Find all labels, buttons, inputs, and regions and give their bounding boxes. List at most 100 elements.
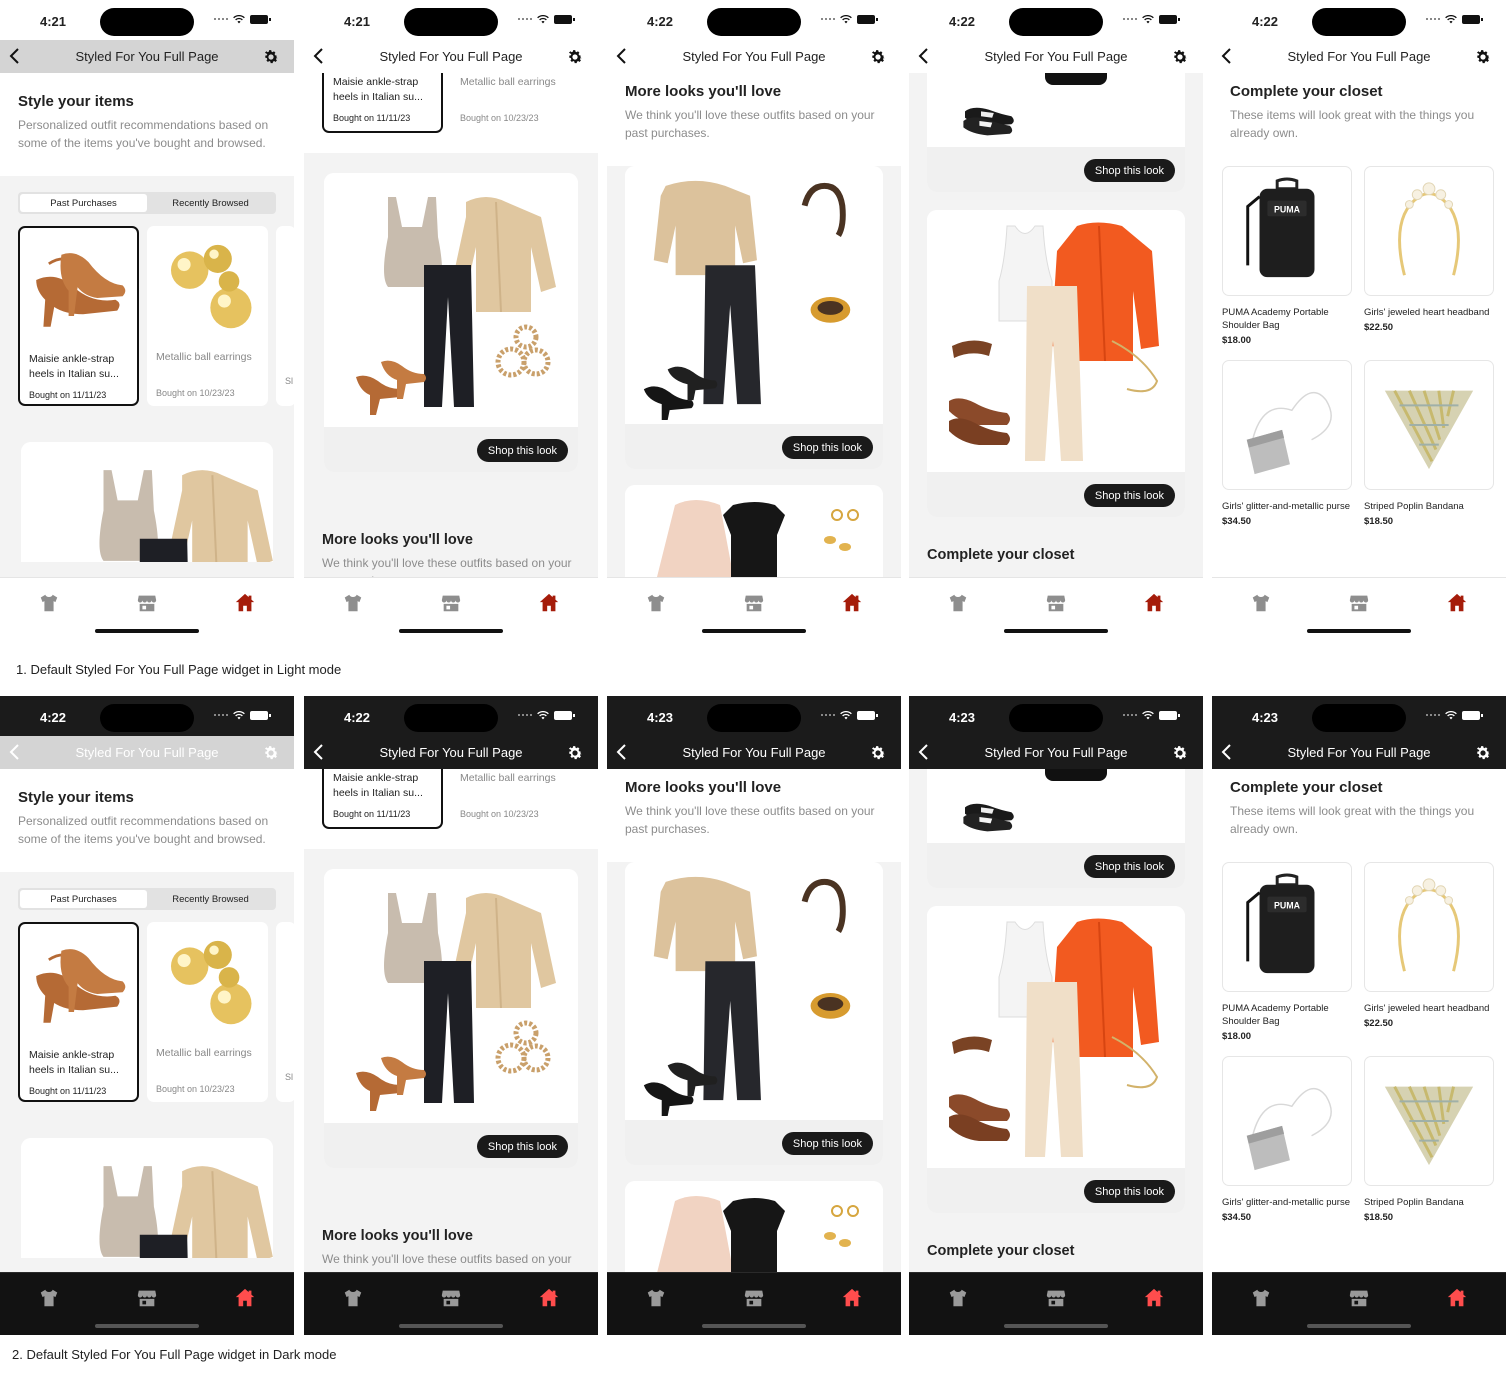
shirt-icon[interactable] — [645, 592, 667, 614]
shirt-icon[interactable] — [342, 592, 364, 614]
outfit-card[interactable]: Shop this look — [625, 166, 883, 469]
gear-icon[interactable] — [1474, 48, 1492, 66]
chevron-left-icon[interactable] — [8, 744, 22, 760]
gear-icon[interactable] — [1171, 48, 1189, 66]
outfit-card[interactable] — [625, 485, 883, 577]
gear-icon[interactable] — [566, 744, 584, 762]
shop-this-look-button[interactable]: Shop this look — [476, 439, 568, 462]
shirt-icon[interactable] — [38, 1287, 60, 1309]
closet-product-card[interactable]: Girls' jeweled heart headband $22.50 — [1364, 166, 1494, 346]
shop-this-look-button[interactable]: Shop this look — [1083, 484, 1175, 507]
store-icon[interactable] — [440, 1287, 462, 1309]
home-icon[interactable] — [1143, 592, 1165, 614]
closet-product-card[interactable]: Girls' glitter-and-metallic purse $34.50 — [1222, 360, 1352, 527]
shop-this-look-button[interactable]: Shop this look — [781, 436, 873, 459]
home-icon[interactable] — [841, 592, 863, 614]
phone-screen-2: 4:22 Styled For You Full Page Maisie ank… — [304, 696, 598, 1335]
chevron-left-icon[interactable] — [312, 744, 326, 760]
shirt-icon[interactable] — [1250, 1287, 1272, 1309]
home-icon[interactable] — [1446, 1287, 1468, 1309]
outfit-card[interactable]: Shop this look — [927, 769, 1185, 888]
product-card[interactable]: Metallic ball earrings Bought on 10/23/2… — [451, 73, 572, 133]
gear-icon[interactable] — [262, 48, 280, 66]
chevron-left-icon[interactable] — [917, 744, 931, 760]
gear-icon[interactable] — [869, 744, 887, 762]
outfit-card[interactable]: Shop this look — [927, 906, 1185, 1213]
home-icon[interactable] — [234, 592, 256, 614]
segment-past-purchases[interactable]: Past Purchases — [20, 194, 147, 212]
gear-icon[interactable] — [1171, 744, 1189, 762]
chevron-left-icon[interactable] — [615, 48, 629, 64]
gear-icon[interactable] — [1474, 744, 1492, 762]
shop-this-look-button[interactable]: Shop this look — [1083, 159, 1175, 182]
phone-screen-3: 4:23 Styled For You Full Page More looks… — [607, 696, 901, 1335]
outfit-card[interactable]: Shop this look — [927, 210, 1185, 517]
home-icon[interactable] — [538, 1287, 560, 1309]
store-icon[interactable] — [743, 1287, 765, 1309]
gear-icon[interactable] — [262, 744, 280, 762]
store-icon[interactable] — [136, 1287, 158, 1309]
store-icon[interactable] — [1045, 1287, 1067, 1309]
chevron-left-icon[interactable] — [8, 48, 22, 64]
product-card-partial[interactable]: Sl ca — [276, 226, 294, 406]
chevron-left-icon[interactable] — [1220, 48, 1234, 64]
chevron-left-icon[interactable] — [312, 48, 326, 64]
shirt-icon[interactable] — [1250, 592, 1272, 614]
segment-past-purchases[interactable]: Past Purchases — [20, 890, 147, 908]
outfit-card[interactable]: Shop this look — [625, 862, 883, 1165]
product-card[interactable]: Metallic ball earrings Bought on 10/23/2… — [451, 769, 572, 829]
store-icon[interactable] — [440, 592, 462, 614]
home-icon[interactable] — [841, 1287, 863, 1309]
shirt-icon[interactable] — [645, 1287, 667, 1309]
home-icon[interactable] — [538, 592, 560, 614]
product-card[interactable]: Maisie ankle-strap heels in Italian su..… — [322, 73, 443, 133]
status-bar: 4:22 — [909, 0, 1203, 40]
home-icon[interactable] — [234, 1287, 256, 1309]
product-card[interactable]: Maisie ankle-strap heels in Italian su..… — [322, 769, 443, 829]
closet-product-card[interactable]: Girls' glitter-and-metallic purse $34.50 — [1222, 1056, 1352, 1223]
shop-this-look-button[interactable]: Shop this look — [1083, 1180, 1175, 1203]
status-icons — [821, 15, 878, 24]
bought-date: Bought on 10/23/23 — [460, 113, 539, 123]
outfit-card[interactable] — [21, 442, 273, 562]
segment-recently-browsed[interactable]: Recently Browsed — [147, 890, 274, 908]
home-icon[interactable] — [1446, 592, 1468, 614]
product-card[interactable]: Metallic ball earrings Bought on 10/23/2… — [147, 226, 268, 406]
closet-product-card[interactable]: PUMA Academy Portable Shoulder Bag $18.0… — [1222, 862, 1352, 1042]
outfit-card[interactable]: Shop this look — [927, 73, 1185, 192]
product-card-partial[interactable]: Sl ca — [276, 922, 294, 1102]
nav-bar: Styled For You Full Page — [1212, 40, 1506, 73]
shirt-icon[interactable] — [342, 1287, 364, 1309]
store-icon[interactable] — [1348, 592, 1370, 614]
shirt-icon[interactable] — [947, 592, 969, 614]
closet-product-card[interactable]: Striped Poplin Bandana $18.50 — [1364, 360, 1494, 527]
gear-icon[interactable] — [566, 48, 584, 66]
chevron-left-icon[interactable] — [615, 744, 629, 760]
chevron-left-icon[interactable] — [917, 48, 931, 64]
product-card[interactable]: Metallic ball earrings Bought on 10/23/2… — [147, 922, 268, 1102]
shop-this-look-button[interactable]: Shop this look — [1083, 855, 1175, 878]
store-icon[interactable] — [1348, 1287, 1370, 1309]
closet-product-card[interactable]: Girls' jeweled heart headband $22.50 — [1364, 862, 1494, 1042]
closet-product-card[interactable]: Striped Poplin Bandana $18.50 — [1364, 1056, 1494, 1223]
outfit-card[interactable]: Shop this look — [324, 869, 578, 1168]
outfit-card[interactable] — [625, 1181, 883, 1272]
store-icon[interactable] — [743, 592, 765, 614]
store-icon[interactable] — [1045, 592, 1067, 614]
outfit-card[interactable] — [21, 1138, 273, 1258]
closet-product-card[interactable]: PUMA Academy Portable Shoulder Bag $18.0… — [1222, 166, 1352, 346]
gear-icon[interactable] — [869, 48, 887, 66]
product-card[interactable]: Maisie ankle-strap heels in Italian su..… — [18, 226, 139, 406]
outfit-card[interactable]: Shop this look — [324, 173, 578, 472]
status-icons — [214, 711, 271, 720]
segment-recently-browsed[interactable]: Recently Browsed — [147, 194, 274, 212]
shop-this-look-button[interactable]: Shop this look — [476, 1135, 568, 1158]
product-card[interactable]: Maisie ankle-strap heels in Italian su..… — [18, 922, 139, 1102]
shirt-icon[interactable] — [947, 1287, 969, 1309]
chevron-left-icon[interactable] — [1220, 744, 1234, 760]
shop-this-look-button[interactable]: Shop this look — [781, 1132, 873, 1155]
shirt-icon[interactable] — [38, 592, 60, 614]
home-icon[interactable] — [1143, 1287, 1165, 1309]
store-icon[interactable] — [136, 592, 158, 614]
home-indicator — [95, 1324, 199, 1328]
